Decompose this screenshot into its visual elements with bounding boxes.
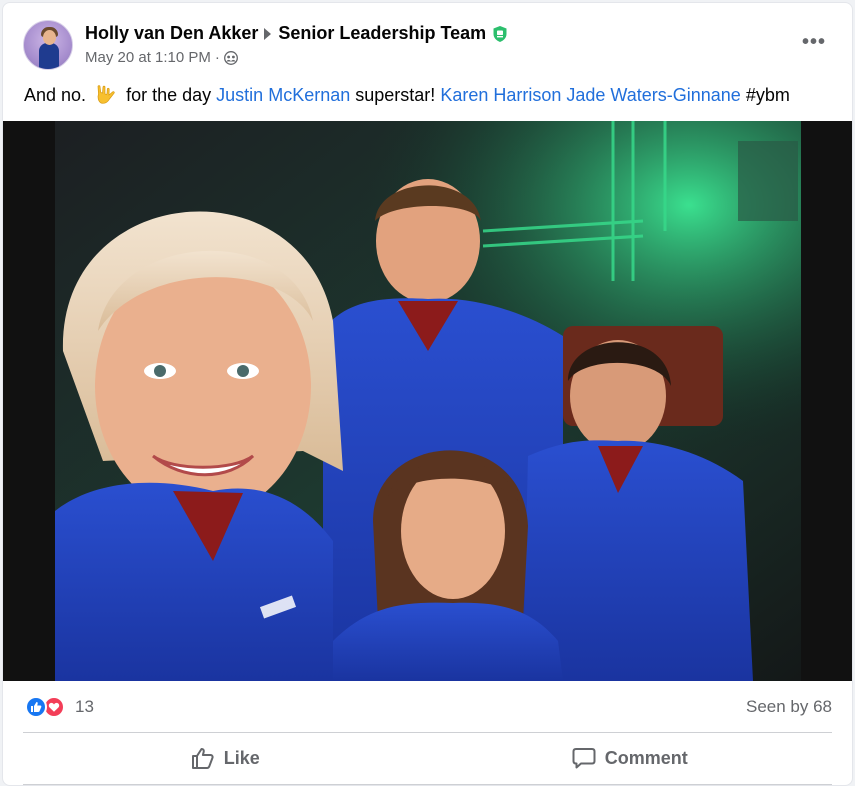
thumbs-up-icon [191, 748, 214, 769]
like-button[interactable]: Like [23, 734, 428, 782]
admin-shield-icon [493, 25, 507, 42]
comment-button[interactable]: Comment [428, 734, 833, 782]
author-name-link[interactable]: Holly van Den Akker [85, 23, 258, 44]
group-name-link[interactable]: Senior Leadership Team [278, 23, 486, 44]
caret-right-icon [264, 27, 272, 40]
post-text: And no. for the day Justin McKernan supe… [24, 83, 840, 107]
author-avatar[interactable] [23, 20, 73, 70]
reactions-summary[interactable]: 13 [25, 696, 94, 718]
mention-karen-harrison-link[interactable]: Karen Harrison [440, 85, 561, 105]
bottom-divider [23, 784, 832, 785]
group-audience-icon[interactable] [223, 50, 238, 65]
text-prefix: And no. [24, 85, 87, 105]
text-after-mention: superstar! [355, 85, 436, 105]
post-title: Holly van Den Akker Senior Leadership Te… [85, 23, 507, 44]
post-header: Holly van Den Akker Senior Leadership Te… [23, 20, 832, 72]
more-options-icon: ••• [801, 31, 826, 53]
post-meta: May 20 at 1:10 PM · [85, 49, 238, 66]
reaction-count: 13 [75, 697, 94, 716]
like-reaction-icon [25, 696, 47, 718]
comment-bubble-icon [572, 748, 596, 769]
text-middle: for the day [126, 85, 212, 105]
like-label: Like [223, 747, 260, 768]
post-card: Holly van Den Akker Senior Leadership Te… [2, 2, 853, 786]
post-timestamp-link[interactable]: May 20 at 1:10 PM [85, 49, 211, 66]
more-options-button[interactable]: ••• [796, 28, 832, 64]
post-photo[interactable] [3, 121, 852, 681]
actions-divider [23, 732, 832, 733]
meta-separator: · [214, 49, 220, 66]
mention-jade-waters-ginnane-link[interactable]: Jade Waters-Ginnane [566, 85, 740, 105]
group-selfie-photo [3, 121, 852, 681]
seen-by-count[interactable]: Seen by 68 [746, 697, 832, 717]
reaction-icons [25, 696, 65, 718]
love-you-gesture-emoji-icon [95, 83, 117, 105]
mention-justin-mckernan-link[interactable]: Justin McKernan [216, 85, 350, 105]
comment-label: Comment [604, 747, 688, 768]
hashtag-link[interactable]: #ybm [746, 85, 790, 105]
post-actions: Like Comment [23, 734, 832, 782]
